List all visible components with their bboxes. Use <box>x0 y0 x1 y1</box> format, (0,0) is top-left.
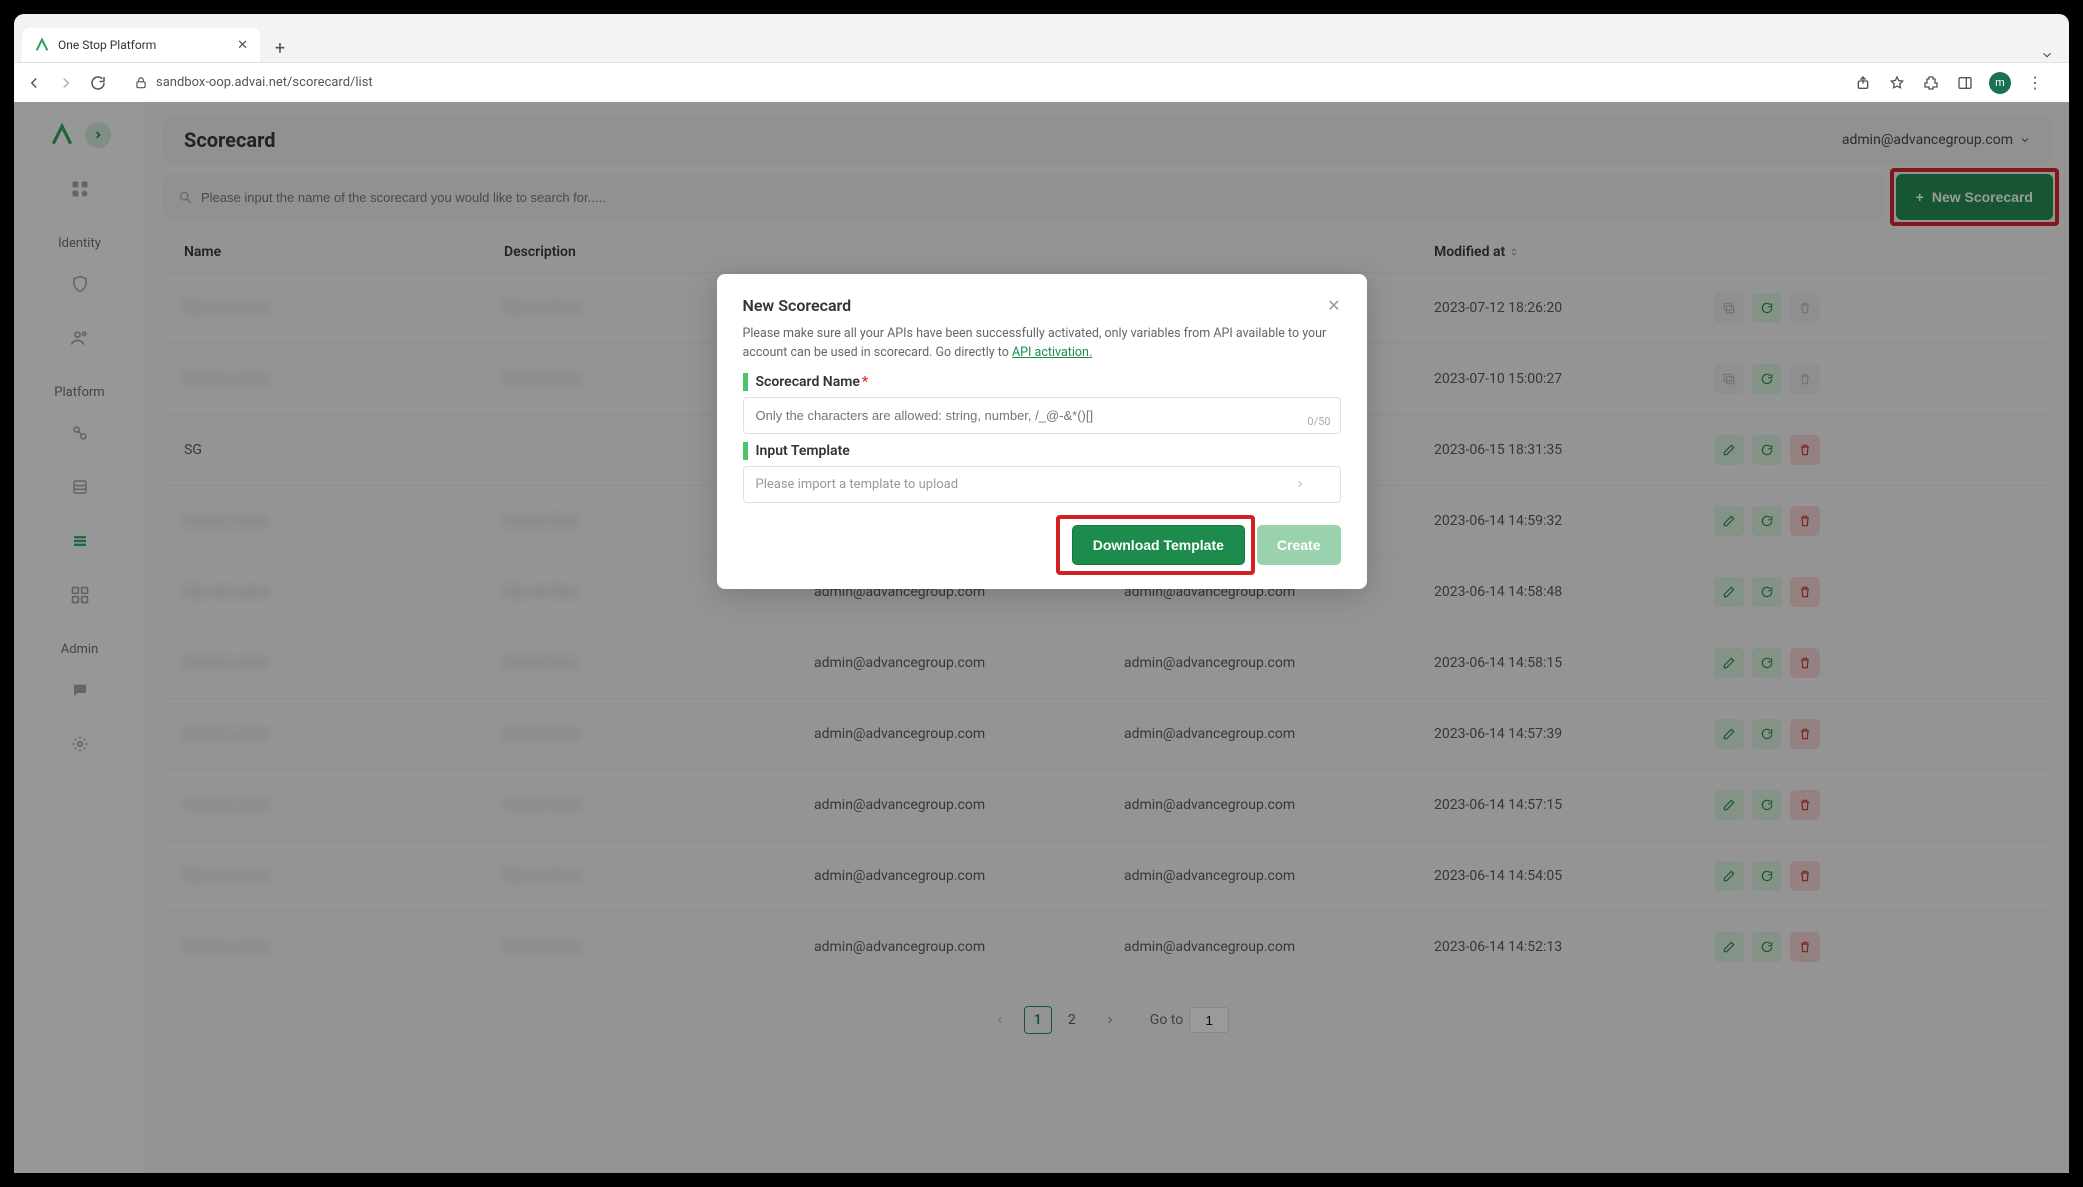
modal-title: New Scorecard <box>743 296 852 315</box>
scorecard-name-input[interactable] <box>743 397 1341 434</box>
tab-title: One Stop Platform <box>58 38 229 52</box>
api-activation-link[interactable]: API activation. <box>1012 345 1092 360</box>
url-field[interactable]: sandbox-oop.advai.net/scorecard/list m <box>120 69 2059 97</box>
browser-tab-bar: One Stop Platform ✕ + <box>14 14 2069 62</box>
field-marker <box>743 442 748 460</box>
chevron-right-icon <box>1294 478 1306 490</box>
download-template-button[interactable]: Download Template <box>1072 525 1245 565</box>
url-text: sandbox-oop.advai.net/scorecard/list <box>156 75 373 90</box>
reload-icon[interactable] <box>88 73 108 93</box>
template-placeholder: Please import a template to upload <box>756 477 959 492</box>
panel-icon[interactable] <box>1955 73 1975 93</box>
url-bar: sandbox-oop.advai.net/scorecard/list m <box>14 62 2069 102</box>
profile-avatar[interactable]: m <box>1989 72 2011 94</box>
new-tab-button[interactable]: + <box>266 34 294 62</box>
star-icon[interactable] <box>1887 73 1907 93</box>
field-marker <box>743 373 748 391</box>
input-template-label: Input Template <box>756 443 850 459</box>
lock-icon <box>134 76 148 90</box>
create-button[interactable]: Create <box>1257 525 1341 565</box>
forward-icon[interactable] <box>56 73 76 93</box>
close-icon[interactable]: ✕ <box>1327 296 1340 315</box>
browser-tab[interactable]: One Stop Platform ✕ <box>22 28 260 62</box>
back-icon[interactable] <box>24 73 44 93</box>
favicon <box>34 37 50 53</box>
share-icon[interactable] <box>1853 73 1873 93</box>
menu-icon[interactable]: ⋮ <box>2025 73 2045 93</box>
scorecard-name-label: Scorecard Name <box>756 374 860 390</box>
new-scorecard-modal: New Scorecard ✕ Please make sure all you… <box>717 274 1367 589</box>
close-icon[interactable]: ✕ <box>237 38 248 53</box>
modal-overlay[interactable]: New Scorecard ✕ Please make sure all you… <box>14 102 2069 1173</box>
template-select[interactable]: Please import a template to upload <box>743 466 1341 503</box>
char-count: 0/50 <box>1307 415 1330 428</box>
required-indicator: * <box>862 374 868 390</box>
modal-notice: Please make sure all your APIs have been… <box>743 325 1341 363</box>
chevron-down-icon[interactable] <box>2033 48 2061 62</box>
extensions-icon[interactable] <box>1921 73 1941 93</box>
